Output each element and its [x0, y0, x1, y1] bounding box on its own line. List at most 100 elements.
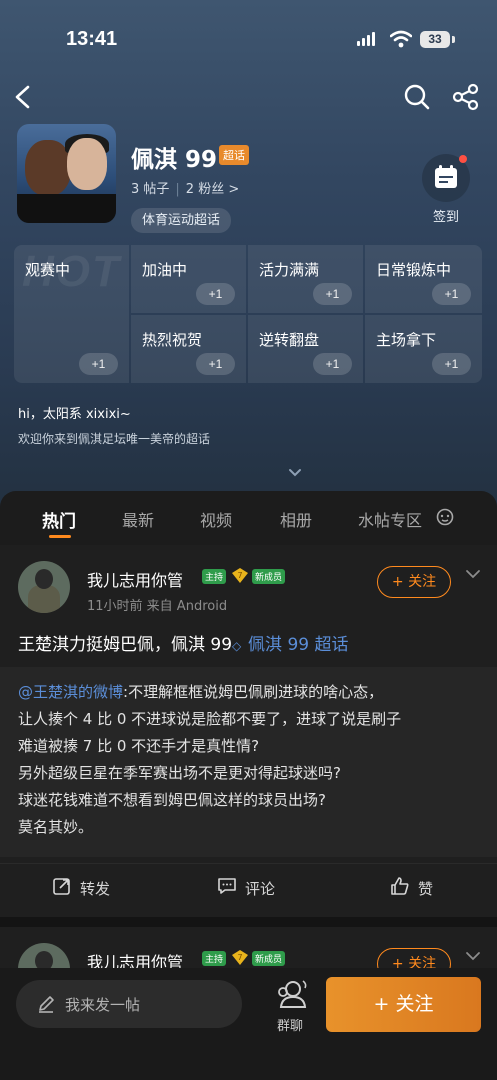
super-topic-header: 13:41 33 佩淇 99 超话 3 帖子 | 2 粉丝 > 体育运动超话 签… [0, 0, 497, 520]
grid-cell-label: 加油中 [142, 261, 188, 279]
grid-cell-cheering[interactable]: 加油中 +1 [131, 245, 246, 313]
comment-icon[interactable] [217, 876, 237, 896]
quoted-weibo[interactable]: @王楚淇的微博:不理解框框说姆巴佩刷进球的啥心态， 让人揍个 4 比 0 不进球… [0, 667, 497, 857]
grid-cell-label: 观赛中 [25, 261, 71, 279]
notification-dot [459, 155, 467, 163]
signal-icon [357, 32, 379, 46]
grid-cell-label: 热烈祝贺 [142, 331, 203, 349]
grid-cell-label: 主场拿下 [376, 331, 437, 349]
avatar[interactable] [18, 561, 70, 613]
follow-topic-button[interactable]: + 关注 [326, 977, 481, 1032]
tab-album[interactable]: 相册 [280, 507, 312, 531]
quote-line: 莫名其妙。 [18, 818, 94, 836]
quote-line: 球迷花钱难道不想看到姆巴佩这样的球员出场? [18, 791, 326, 809]
diamond-icon: ◇ [232, 639, 242, 653]
grid-cell-energetic[interactable]: 活力满满 +1 [248, 245, 363, 313]
welcome-text: 欢迎你来到佩淇足坛唯一美帝的超话 [18, 432, 211, 446]
grid-cell-label: 日常锻炼中 [376, 261, 452, 279]
plus-one-button[interactable]: +1 [313, 283, 352, 305]
comment-button[interactable]: 评论 [245, 878, 275, 899]
plus-one-button[interactable]: +1 [313, 353, 352, 375]
battery-icon: 33 [420, 31, 450, 48]
water-drop-icon [436, 508, 454, 526]
chevron-down-icon[interactable] [288, 468, 302, 478]
post-text-main: 王楚淇力挺姆巴佩，佩淇 99 [18, 635, 233, 655]
fans-link[interactable]: 2 粉丝 > [186, 182, 239, 197]
svg-text:7: 7 [237, 953, 242, 962]
mention-link[interactable]: @王楚淇的微博 [18, 683, 123, 701]
post-card[interactable]: 我儿志用你管 主持 7 新成员 11小时前 来自 Android + 关注 王楚… [0, 545, 497, 917]
post-meta: 11小时前 来自 Android [87, 599, 228, 614]
share-icon[interactable] [452, 82, 480, 112]
chevron-down-icon[interactable] [465, 951, 481, 961]
posts-count: 3 帖子 [131, 182, 170, 197]
search-icon[interactable] [403, 82, 431, 112]
hot-action-grid: HOT 观赛中 +1 加油中 +1 活力满满 +1 日常锻炼中 +1 热烈祝贺 … [14, 245, 482, 383]
repost-button[interactable]: 转发 [80, 878, 110, 899]
compose-post-button[interactable]: 我来发一帖 [16, 980, 242, 1028]
group-chat-label[interactable]: 群聊 [277, 1015, 303, 1034]
quote-line: @王楚淇的微博:不理解框框说姆巴佩刷进球的啥心态， [18, 679, 479, 706]
avatar-body [28, 585, 60, 613]
plus-one-button[interactable]: +1 [196, 353, 235, 375]
follow-button[interactable]: + 关注 [377, 566, 451, 598]
avatar-face-right [67, 138, 107, 190]
new-member-badge: 新成员 [252, 951, 286, 966]
clock: 13:41 [66, 28, 118, 50]
grid-cell-exercising[interactable]: 日常锻炼中 +1 [365, 245, 482, 313]
grid-cell-congrats[interactable]: 热烈祝贺 +1 [131, 315, 246, 383]
chevron-down-icon[interactable] [465, 569, 481, 579]
plus-one-button[interactable]: +1 [79, 353, 118, 375]
grid-cell-comeback[interactable]: 逆转翻盘 +1 [248, 315, 363, 383]
tab-video[interactable]: 视频 [200, 507, 232, 531]
topic-stats: 3 帖子 | 2 粉丝 > [131, 178, 239, 197]
quote-line: 难道被揍 7 比 0 不还手才是真性情? [18, 737, 260, 755]
like-button[interactable]: 赞 [418, 878, 433, 899]
post-text: 王楚淇力挺姆巴佩，佩淇 99◇ 佩淇 99 超话 [18, 630, 349, 655]
fan-level-icon: 7 [232, 568, 248, 583]
category-tag[interactable]: 体育运动超话 [131, 208, 232, 233]
plus-one-button[interactable]: +1 [432, 353, 471, 375]
avatar-head [35, 569, 53, 589]
topic-title: 佩淇 99 [131, 147, 218, 173]
greeting-text: hi，太阳系 xixixi~ [18, 407, 131, 422]
svg-text:7: 7 [237, 571, 242, 580]
super-topic-badge: 超话 [219, 145, 249, 165]
compose-label: 我来发一帖 [65, 996, 141, 1014]
stats-separator: | [175, 182, 180, 197]
back-icon[interactable] [10, 82, 38, 112]
fan-level-icon: 7 [232, 950, 248, 965]
plus-one-button[interactable]: +1 [432, 283, 471, 305]
pencil-icon [39, 996, 54, 1013]
tab-water-posts[interactable]: 水帖专区 [358, 507, 422, 531]
battery-tip [452, 36, 455, 43]
quote-line: 让人揍个 4 比 0 不进球说是脸都不要了，进球了说是刷子 [18, 710, 402, 728]
host-badge: 主持 [202, 951, 227, 966]
tab-hot[interactable]: 热门 [42, 507, 76, 532]
quote-line: 另外超级巨星在季军赛出场不是更对得起球迷吗? [18, 764, 341, 782]
thumbs-up-icon[interactable] [390, 876, 410, 896]
avatar-shirt [17, 194, 116, 223]
post-actions: 转发 评论 赞 [0, 863, 497, 911]
tab-latest[interactable]: 最新 [122, 507, 154, 531]
topic-avatar[interactable] [17, 124, 116, 223]
new-member-badge: 新成员 [252, 569, 286, 584]
quote-line-text: :不理解框框说姆巴佩刷进球的啥心态， [123, 683, 384, 701]
feed-tabs: 热门 最新 视频 相册 水帖专区 [0, 491, 497, 545]
wifi-icon [390, 30, 412, 48]
post-divider [0, 917, 497, 927]
status-bar: 13:41 33 [0, 22, 497, 58]
host-badge: 主持 [202, 569, 227, 584]
grid-cell-label: 活力满满 [259, 261, 320, 279]
bottom-action-bar: 我来发一帖 群聊 + 关注 [0, 968, 497, 1080]
repost-icon[interactable] [52, 876, 72, 896]
grid-cell-home-win[interactable]: 主场拿下 +1 [365, 315, 482, 383]
post-author[interactable]: 我儿志用你管 [87, 567, 183, 591]
group-chat-icon[interactable] [276, 978, 310, 1010]
checkin-label: 签到 [433, 210, 460, 225]
active-tab-indicator [49, 535, 71, 538]
super-topic-link[interactable]: 佩淇 99 超话 [248, 635, 348, 655]
grid-cell-watching[interactable]: HOT 观赛中 +1 [14, 245, 129, 383]
grid-cell-label: 逆转翻盘 [259, 331, 320, 349]
plus-one-button[interactable]: +1 [196, 283, 235, 305]
